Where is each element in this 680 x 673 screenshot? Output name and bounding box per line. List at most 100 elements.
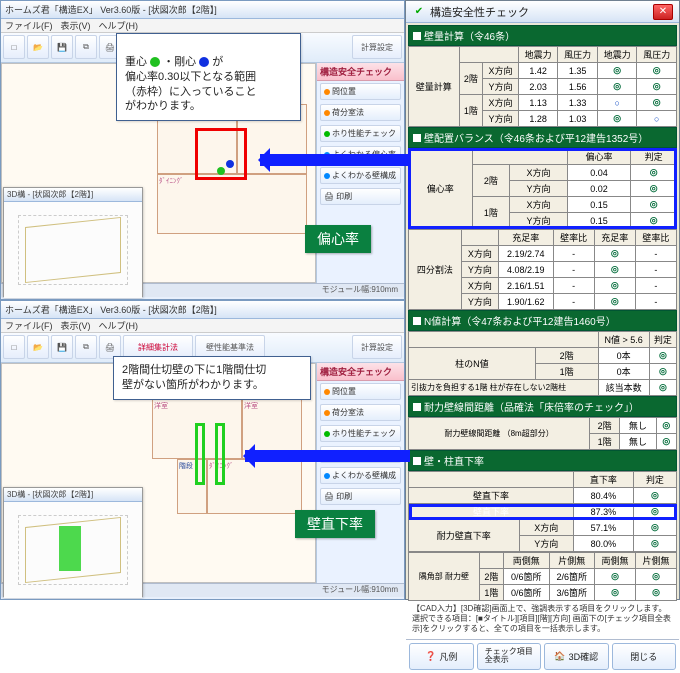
col-header: 直下率 [573,472,633,488]
table-guukaku: 隅角部 耐力壁両側無片側無両側無片側無 2階0/6箇所2/6箇所◎◎ 1階0/6… [408,552,677,601]
toolbar-settings[interactable]: 計算設定 [352,335,402,359]
section-label: N値計算（令47条および平12建告1460号） [424,313,616,328]
cell: ◎ [649,380,676,396]
cell: ◎ [633,536,676,552]
toolbar-settings[interactable]: 計算設定 [352,35,402,59]
cell: 0本 [598,364,649,380]
panel-note: 【CAD入力】[3D確認]画面上で、強調表示する項目をクリックします。 選択でき… [408,601,677,637]
col-header: 充足率 [594,230,635,246]
section-balance[interactable]: 壁配置バランス（令46条および平12建告1352号） [408,127,677,148]
close-button[interactable]: ✕ [653,4,673,20]
table-shibun: 四分割法 充足率壁率比充足率壁率比 X方向2.19/2.74-◎- Y方向4.0… [408,229,677,310]
section-taishin[interactable]: 耐力壁線間距離（品確法「床倍率のチェック」） [408,396,677,417]
col-header: 壁率比 [553,230,594,246]
sidebar-item-1[interactable]: 問位置 [320,383,401,400]
section-label: 耐力壁線間距離（品確法「床倍率のチェック」） [424,399,639,414]
sidebar-item-5[interactable]: よくわかる壁構成 [320,467,401,484]
sidebar-label: 荷分室法 [332,107,364,118]
menubar-bottom: ファイル(F) 表示(V) ヘルプ(H) [1,319,404,333]
cell: 2階 [590,418,620,434]
legend-button[interactable]: ❓凡例 [409,643,474,670]
col-header: 両側無 [595,553,636,569]
toolbar-open[interactable]: 📂 [27,35,49,59]
row-label: 壁直下率 [409,488,574,504]
col-header: 風圧力 [637,47,677,63]
section-hekiryo[interactable]: 壁量計算（令46条） [408,25,677,46]
close-button-footer[interactable]: 閉じる [612,643,677,670]
col-header: 判定 [649,332,676,348]
table-hekiryo: 壁量計算 地震力風圧力地震力風圧力 2階X方向1.421.35◎◎ Y方向2.0… [408,46,677,127]
sidebar-item-2[interactable]: 荷分室法 [320,104,401,121]
cell: 1階 [535,364,598,380]
col-header: 偏心率 [567,149,631,165]
toolbar-new[interactable]: □ [3,335,25,359]
arrow-bottom [245,450,410,462]
window-title: ホームズ君「構造EX」 Ver3.60版 - [状図次郎【2階】] [5,303,217,316]
highlighted-row: 壁直下率87.3%◎ [409,504,677,520]
sub-3d-title: 3D構 - [状図次郎【2階】] [4,188,142,202]
window-title: ホームズ君「構造EX」 Ver3.60版 - [状図次郎【2階】] [5,3,217,16]
cell: 57.1% [573,520,633,536]
table-taishin: 耐力壁線間距離 （8m超部分）2階無し◎ 1階無し◎ [408,417,677,450]
sidebar-print[interactable]: 🖨印刷 [320,488,401,505]
sidebar-item-3[interactable]: ホり性能チェック [320,125,401,142]
sidebar-item-1[interactable]: 問位置 [320,83,401,100]
col-header: 地震力 [518,47,558,63]
section-chokka[interactable]: 壁・柱直下率 [408,450,677,471]
panel-footer: ❓凡例 チェック項目 全表示 🏠3D確認 閉じる [406,639,679,673]
sidebar-label: 問位置 [332,86,356,97]
cell: ◎ [633,520,676,536]
col-header: 風圧力 [558,47,598,63]
cell: 80.4% [573,488,633,504]
cell: 無し [620,418,656,434]
col-header: 判定 [631,149,677,165]
3d-confirm-button[interactable]: 🏠3D確認 [544,643,609,670]
menu-view[interactable]: 表示(V) [61,319,91,332]
sidebar-print[interactable]: 🖨印刷 [320,188,401,205]
sidebar-label: よくわかる壁構成 [332,170,396,181]
toolbar-new[interactable]: □ [3,35,25,59]
cell: ◎ [649,348,676,364]
sidebar-label: ホり性能チェック [332,128,396,139]
toolbar-copy[interactable]: ⧉ [75,35,97,59]
menu-file[interactable]: ファイル(F) [5,19,53,32]
menu-view[interactable]: 表示(V) [61,19,91,32]
green-mark-1 [195,423,205,485]
col-header: 片側無 [635,553,676,569]
sub-3d-bottom[interactable]: 3D構 - [状図次郎【2階】] [3,487,143,597]
cell: Y方向 [519,536,573,552]
row-label: 耐力壁線間距離 （8m超部分） [409,418,590,450]
sidebar-item-3[interactable]: ホり性能チェック [320,425,401,442]
arrow-top [260,154,410,166]
tag-henshin: 偏心率 [305,225,371,253]
col-header: N値 > 5.6 [598,332,649,348]
table-henshin: 偏心率 偏心率判定 2階X方向0.04◎ Y方向0.02◎ 1階X方向0.15◎… [408,148,677,229]
cad-titlebar-bottom: ホームズ君「構造EX」 Ver3.60版 - [状図次郎【2階】] [1,301,404,319]
sidebar-item-5[interactable]: よくわかる壁構成 [320,167,401,184]
toolbar-copy[interactable]: ⧉ [75,335,97,359]
sidebar-title: 構造安全チェック [317,363,404,381]
menu-help[interactable]: ヘルプ(H) [99,319,139,332]
cell: X方向 [519,520,573,536]
show-all-button[interactable]: チェック項目 全表示 [477,643,542,670]
sub-3d-title: 3D構 - [状図次郎【2階】] [4,488,142,502]
menu-file[interactable]: ファイル(F) [5,319,53,332]
check-icon: ✔ [412,5,426,19]
toolbar-save[interactable]: 💾 [51,35,73,59]
cell: ◎ [649,364,676,380]
panel-title: 構造安全性チェック [430,4,529,20]
section-label: 壁量計算（令46条） [424,28,515,43]
menu-help[interactable]: ヘルプ(H) [99,19,139,32]
col-header: 壁率比 [635,230,676,246]
sidebar-label: よくわかる壁構成 [332,470,396,481]
menubar-top: ファイル(F) 表示(V) ヘルプ(H) [1,19,404,33]
cell: 2階 [535,348,598,364]
cell: 無し [620,434,656,450]
sub-3d-top[interactable]: 3D構 - [状図次郎【2階】] [3,187,143,297]
sidebar-item-2[interactable]: 荷分室法 [320,404,401,421]
toolbar-open[interactable]: 📂 [27,335,49,359]
cell: 0本 [598,348,649,364]
section-nvalue[interactable]: N値計算（令47条および平12建告1460号） [408,310,677,331]
toolbar-save[interactable]: 💾 [51,335,73,359]
row-group-label: 壁量計算 [409,47,460,127]
